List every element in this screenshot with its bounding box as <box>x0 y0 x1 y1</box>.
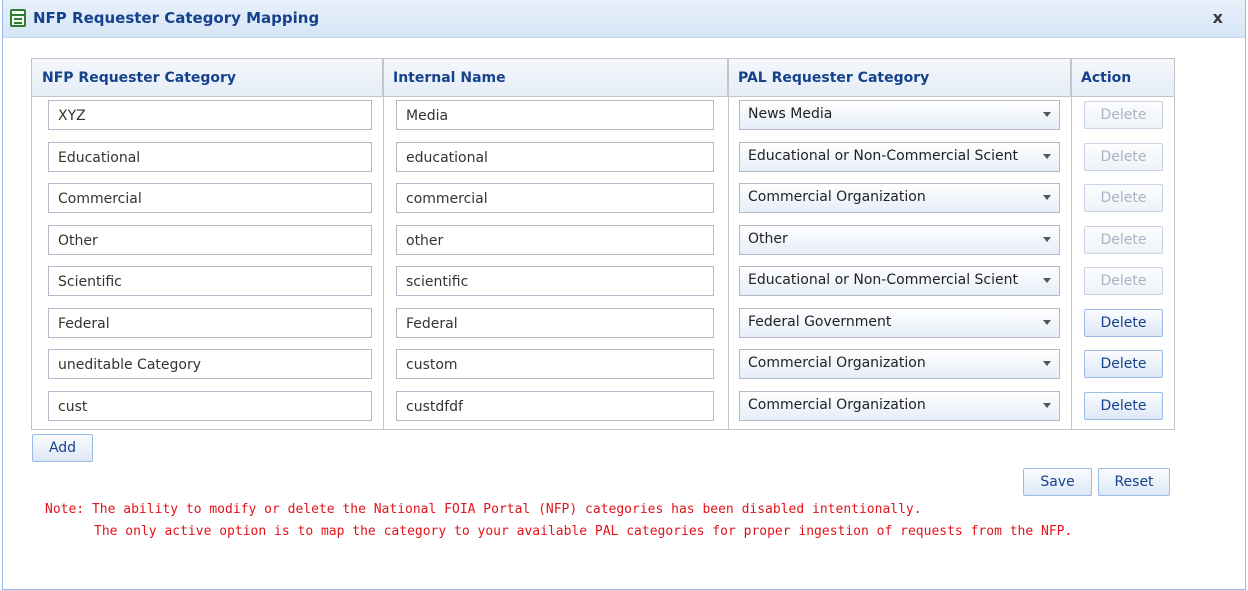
delete-button[interactable]: Delete <box>1084 350 1163 378</box>
delete-button[interactable]: Delete <box>1084 226 1163 254</box>
delete-button[interactable]: Delete <box>1084 101 1163 129</box>
pal-category-value: Federal Government <box>748 314 892 330</box>
column-header-nfp-category: NFP Requester Category <box>32 59 383 97</box>
chevron-down-icon <box>1043 403 1051 408</box>
table-row: XYZ Media News Media Delete <box>32 100 1174 141</box>
chevron-down-icon <box>1043 154 1051 159</box>
table-row: Educational educational Educational or Non… <box>32 142 1174 183</box>
nfp-category-field[interactable]: Scientific <box>48 266 372 296</box>
window-title: NFP Requester Category Mapping <box>33 9 320 27</box>
nfp-category-field[interactable]: Federal <box>48 308 372 338</box>
column-header-internal-name: Internal Name <box>383 59 728 97</box>
add-button[interactable]: Add <box>32 434 93 462</box>
delete-button[interactable]: Delete <box>1084 143 1163 171</box>
mapping-grid: NFP Requester Category Internal Name PAL… <box>31 58 1175 430</box>
chevron-down-icon <box>1043 237 1051 242</box>
chevron-down-icon <box>1043 278 1051 283</box>
pal-category-select[interactable]: Commercial Organization <box>739 349 1060 379</box>
internal-name-field[interactable]: educational <box>396 142 714 172</box>
delete-button[interactable]: Delete <box>1084 392 1163 420</box>
table-row: cust custdfdf Commercial Organization Delet… <box>32 391 1174 432</box>
table-row: uneditable Category custom Commercial Orga… <box>32 349 1174 390</box>
reset-button[interactable]: Reset <box>1098 468 1170 496</box>
internal-name-field[interactable]: commercial <box>396 183 714 213</box>
pal-category-value: Commercial Organization <box>748 355 926 371</box>
pal-category-select[interactable]: Educational or Non-Commercial Scient <box>739 142 1060 172</box>
table-row: Federal Federal Federal Government Delete <box>32 308 1174 349</box>
delete-button[interactable]: Delete <box>1084 309 1163 337</box>
column-header-pal-category: PAL Requester Category <box>728 59 1071 97</box>
internal-name-field[interactable]: Federal <box>396 308 714 338</box>
window-titlebar: NFP Requester Category Mapping x <box>3 0 1245 38</box>
internal-name-field[interactable]: Media <box>396 100 714 130</box>
nfp-category-field[interactable]: Educational <box>48 142 372 172</box>
table-row: Scientific scientific Educational or Non-C… <box>32 266 1174 307</box>
pal-category-value: Other <box>748 231 788 247</box>
internal-name-field[interactable]: other <box>396 225 714 255</box>
grid-header: NFP Requester Category Internal Name PAL… <box>32 59 1174 97</box>
pal-category-select[interactable]: News Media <box>739 100 1060 130</box>
pal-category-select[interactable]: Other <box>739 225 1060 255</box>
chevron-down-icon <box>1043 195 1051 200</box>
chevron-down-icon <box>1043 320 1051 325</box>
nfp-category-field[interactable]: XYZ <box>48 100 372 130</box>
internal-name-field[interactable]: custdfdf <box>396 391 714 421</box>
pal-category-value: Commercial Organization <box>748 397 926 413</box>
internal-name-field[interactable]: custom <box>396 349 714 379</box>
chevron-down-icon <box>1043 112 1051 117</box>
pal-category-select[interactable]: Commercial Organization <box>739 183 1060 213</box>
pal-category-select[interactable]: Commercial Organization <box>739 391 1060 421</box>
save-button[interactable]: Save <box>1023 468 1092 496</box>
nfp-category-field[interactable]: cust <box>48 391 372 421</box>
chevron-down-icon <box>1043 361 1051 366</box>
internal-name-field[interactable]: scientific <box>396 266 714 296</box>
delete-button[interactable]: Delete <box>1084 184 1163 212</box>
table-row: Other other Other Delete <box>32 225 1174 266</box>
table-row: Commercial commercial Commercial Organizat… <box>32 183 1174 224</box>
column-header-action: Action <box>1081 70 1132 86</box>
pal-category-value: News Media <box>748 106 833 122</box>
note-line-2: The only active option is to map the cat… <box>94 524 1073 539</box>
pal-category-select[interactable]: Federal Government <box>739 308 1060 338</box>
pal-category-select[interactable]: Educational or Non-Commercial Scient <box>739 266 1060 296</box>
nfp-category-field[interactable]: uneditable Category <box>48 349 372 379</box>
close-icon[interactable]: x <box>1213 8 1223 27</box>
pal-category-value: Educational or Non-Commercial Scient <box>748 148 1018 164</box>
nfp-category-field[interactable]: Other <box>48 225 372 255</box>
note-line-1: Note: The ability to modify or delete th… <box>45 502 922 517</box>
pal-category-value: Commercial Organization <box>748 189 926 205</box>
nfp-category-field[interactable]: Commercial <box>48 183 372 213</box>
form-list-icon <box>10 9 26 27</box>
delete-button[interactable]: Delete <box>1084 267 1163 295</box>
pal-category-value: Educational or Non-Commercial Scient <box>748 272 1018 288</box>
mapping-window: NFP Requester Category Mapping x NFP Req… <box>2 0 1246 590</box>
